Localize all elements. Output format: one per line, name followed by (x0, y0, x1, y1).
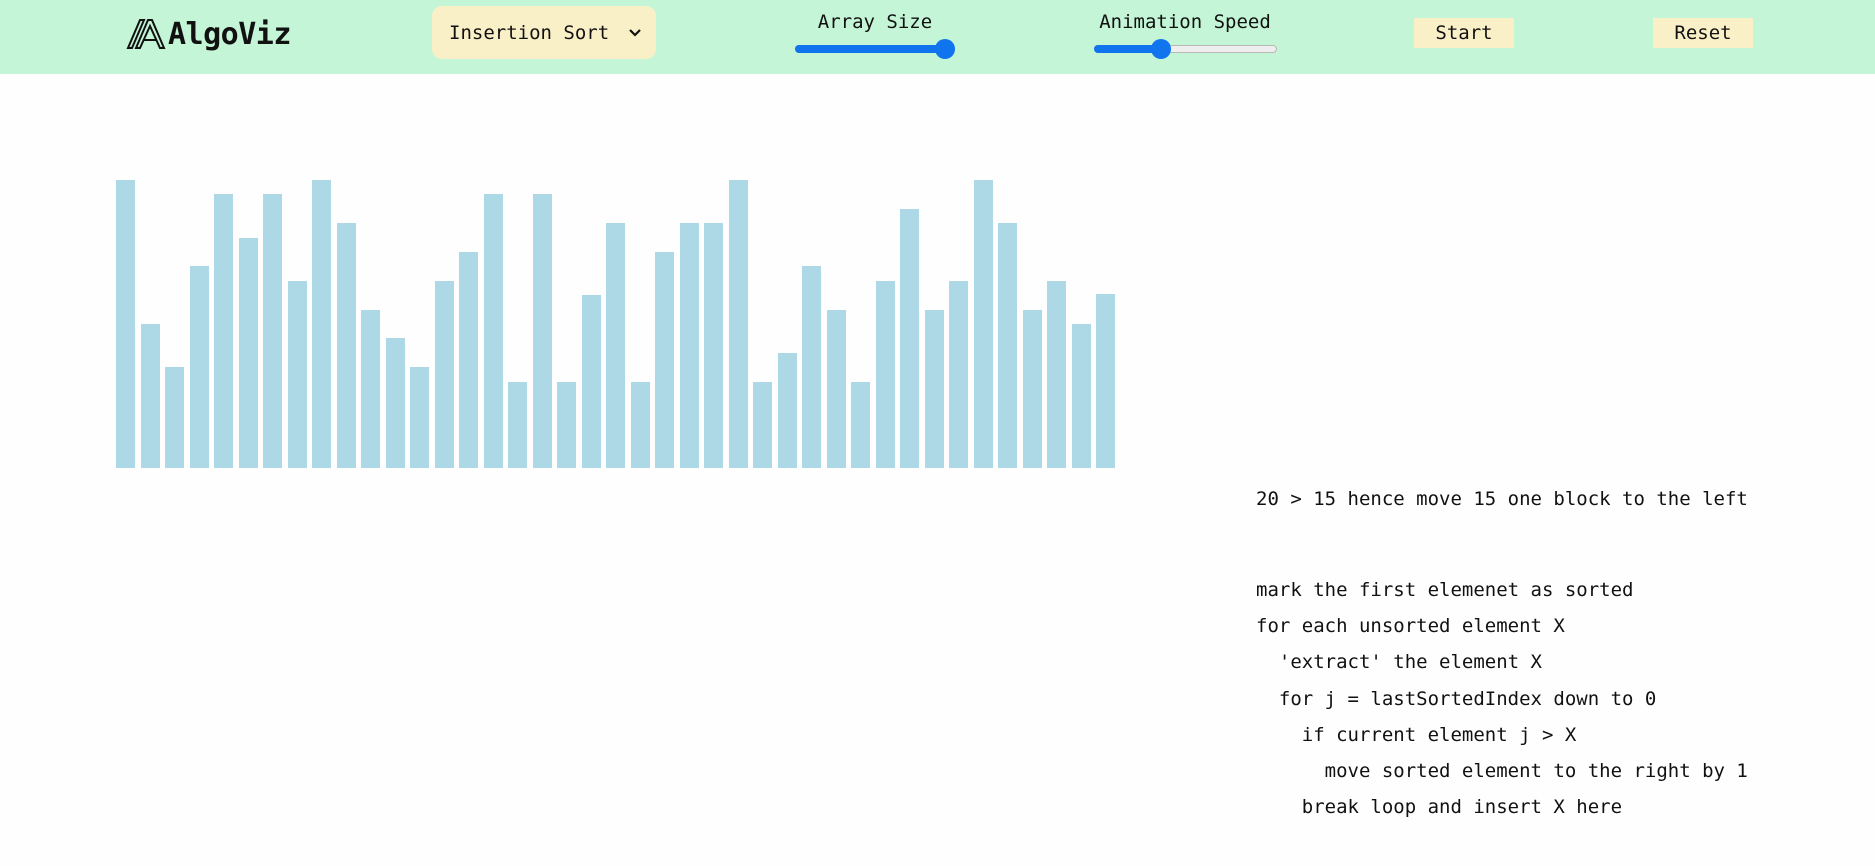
array-bar (140, 324, 160, 468)
pseudocode-line: move sorted element to the right by 1 (1256, 759, 1748, 782)
array-bar (728, 180, 748, 468)
array-bar (826, 309, 846, 468)
pseudocode-panel: mark the first elemenet as sorted for eac… (1256, 572, 1748, 825)
slider-thumb[interactable] (1150, 39, 1171, 59)
array-bar (263, 194, 282, 468)
pseudocode-line: for j = lastSortedIndex down to 0 (1256, 687, 1657, 710)
array-bar (1096, 293, 1115, 468)
array-bar (557, 381, 576, 468)
algoviz-logo-icon (126, 19, 166, 49)
array-bar (851, 381, 870, 468)
array-bar (459, 252, 478, 468)
array-bar (900, 208, 919, 468)
array-bar (875, 280, 895, 468)
pseudocode-line: break loop and insert X here (1256, 796, 1623, 819)
array-bar (312, 180, 331, 468)
array-bar (606, 223, 625, 468)
algorithm-select[interactable]: Insertion Sort (432, 6, 656, 59)
step-explanation: 20 > 15 hence move 15 one block to the l… (1256, 488, 1748, 510)
pseudocode-line: mark the first elemenet as sorted (1256, 579, 1634, 601)
array-bars (116, 180, 1118, 468)
array-bar (287, 280, 307, 468)
array-bar (753, 381, 772, 468)
array-size-control: Array Size (795, 9, 955, 59)
chevron-down-icon (628, 28, 642, 38)
array-bar (214, 194, 233, 468)
start-button[interactable]: Start (1414, 18, 1514, 48)
array-bar (189, 266, 209, 468)
array-bar (630, 381, 650, 468)
slider-fill (795, 45, 945, 53)
reset-button[interactable]: Reset (1653, 18, 1753, 48)
array-bar (802, 266, 821, 468)
array-bar (508, 381, 527, 468)
array-bar (998, 223, 1017, 468)
array-size-slider[interactable] (795, 39, 955, 59)
array-bar (410, 367, 429, 468)
logo[interactable]: AlgoViz (126, 14, 291, 54)
top-navbar: AlgoViz Insertion Sort Array Size Animat… (0, 0, 1875, 74)
animation-speed-slider[interactable] (1093, 39, 1277, 59)
pseudocode-line: 'extract' the element X (1256, 651, 1542, 674)
array-bar (434, 280, 454, 468)
array-bar (361, 309, 380, 468)
array-bar (581, 295, 601, 468)
array-bar (924, 309, 944, 468)
array-bar (1022, 309, 1042, 468)
array-bar (973, 180, 993, 468)
array-bar (777, 352, 797, 468)
array-bar (116, 180, 135, 468)
animation-speed-control: Animation Speed (1092, 9, 1278, 59)
array-size-label: Array Size (817, 11, 933, 33)
array-bar (385, 338, 405, 468)
slider-thumb[interactable] (935, 39, 955, 59)
animation-speed-label: Animation Speed (1099, 11, 1271, 33)
array-bar (679, 223, 699, 468)
algorithm-select-value: Insertion Sort (449, 21, 610, 44)
array-bar (1047, 280, 1066, 468)
logo-text: AlgoViz (168, 16, 291, 52)
pseudocode-line: for each unsorted element X (1256, 615, 1565, 638)
array-bar (949, 280, 968, 468)
array-bar (1071, 324, 1091, 468)
array-bar (655, 252, 674, 468)
array-bar (704, 223, 723, 468)
array-bar (165, 367, 184, 468)
pseudocode-line: if current element j > X (1256, 723, 1577, 746)
array-bar (532, 194, 552, 468)
array-bar (238, 237, 258, 468)
array-bar (336, 223, 356, 468)
array-bar (483, 194, 503, 468)
